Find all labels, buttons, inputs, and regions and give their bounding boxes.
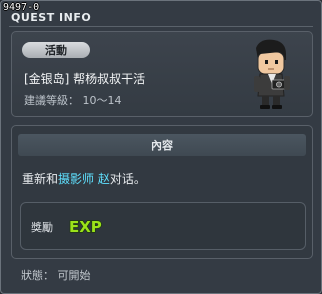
reward-box: 獎勵 EXP xyxy=(20,202,306,250)
level-label: 建議等級 xyxy=(24,94,68,107)
level-range: 10～14 xyxy=(82,94,122,107)
content-header: 內容 xyxy=(18,134,306,156)
quest-level: 建議等級： 10～14 xyxy=(24,92,122,108)
quest-content-panel: 內容 重新和摄影师 赵对话。 獎勵 EXP xyxy=(11,125,313,259)
exp-icon[interactable]: EXP xyxy=(67,214,103,238)
npc-name-link[interactable]: 摄影师 赵 xyxy=(58,172,110,186)
status-label: 狀態 xyxy=(21,269,43,282)
quest-info-window: 9497-0 QUEST INFO 活動 [金银岛] 帮杨叔叔干活 建議等級： … xyxy=(0,0,322,294)
status-separator: ： xyxy=(43,269,54,282)
reward-label: 獎勵 xyxy=(31,221,53,234)
npc-avatar-icon xyxy=(254,39,290,109)
exp-text: EXP xyxy=(69,218,102,236)
status-value: 可開始 xyxy=(57,269,91,282)
quest-description: 重新和摄影师 赵对话。 xyxy=(22,170,146,187)
quest-name: [金银岛] 帮杨叔叔干活 xyxy=(24,72,146,86)
level-separator: ： xyxy=(68,94,79,107)
quest-status: 狀態： 可開始 xyxy=(21,267,91,283)
window-title: QUEST INFO xyxy=(11,11,92,24)
description-prefix: 重新和 xyxy=(22,172,59,186)
quest-category-badge: 活動 xyxy=(22,42,90,58)
description-suffix: 对话。 xyxy=(109,172,146,186)
quest-summary-panel: 活動 [金银岛] 帮杨叔叔干活 建議等級： 10～14 xyxy=(11,31,313,117)
title-divider xyxy=(9,26,313,27)
